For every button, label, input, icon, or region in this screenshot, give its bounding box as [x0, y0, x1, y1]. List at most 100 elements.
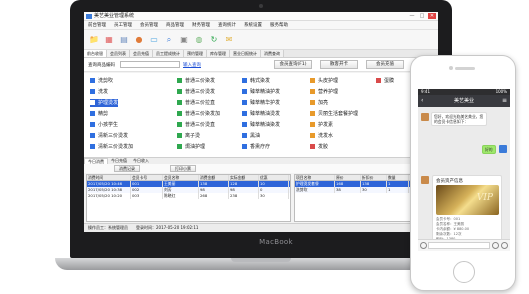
service-label: 普通三价拉直: [185, 100, 216, 106]
user-icon[interactable]: ●: [133, 34, 145, 46]
column-header[interactable]: 项目名称: [295, 175, 335, 180]
service-color-icon: [242, 88, 247, 94]
menu-item[interactable]: 系统设置: [240, 21, 266, 29]
column-header[interactable]: 数量: [387, 175, 409, 180]
tab-item[interactable]: 员工提成统计: [153, 50, 184, 57]
service-item[interactable]: 头皮护理: [310, 77, 338, 85]
avatar: [421, 113, 429, 121]
tab-item[interactable]: 会员列表: [107, 50, 130, 57]
service-label: 加亮: [318, 100, 329, 106]
service-item[interactable]: 发胶: [310, 143, 328, 151]
tab-item[interactable]: 消费查询: [261, 50, 284, 57]
service-item[interactable]: 洗发水: [310, 132, 333, 140]
phone-screen: 9:41 100% ‹ 美艺美业 ≡ 您好，欢迎光临美艺美业，您的会员卡信息如下…: [418, 89, 510, 251]
service-label: 清新三价烫发: [98, 133, 129, 139]
service-item[interactable]: 蛋膜: [376, 77, 394, 85]
column-header[interactable]: 会员名称: [163, 175, 199, 180]
document-icon[interactable]: ▤: [118, 34, 130, 46]
chat-input[interactable]: [428, 242, 490, 249]
service-item[interactable]: 臻萃精油染发: [242, 121, 280, 129]
service-item[interactable]: 清新三价烫发加: [90, 143, 133, 151]
service-item[interactable]: 普通三价染发加: [177, 110, 220, 118]
service-item[interactable]: 普通三价拉直: [177, 99, 215, 107]
service-label: 黑油: [250, 133, 261, 139]
service-item[interactable]: 洗剪吹: [90, 77, 113, 85]
service-item[interactable]: 小孩学生: [90, 121, 118, 129]
column-header[interactable]: 消费金额: [199, 175, 229, 180]
column-header[interactable]: 消费时间: [87, 175, 131, 180]
service-item[interactable]: 韩式染发: [242, 77, 270, 85]
mail-icon[interactable]: ✉: [223, 34, 235, 46]
member-query-button[interactable]: 会员查询(F1): [274, 60, 312, 69]
bottom-button-row: 消费记录 打印小票: [84, 164, 438, 173]
tab-item[interactable]: 营业日报统计: [230, 50, 261, 57]
search-icon[interactable]: ⌕: [163, 34, 175, 46]
folder-icon[interactable]: 📁: [88, 34, 100, 46]
table-cell: 30: [361, 187, 387, 193]
service-item[interactable]: 臻萃精华护发: [242, 99, 280, 107]
id-card-icon[interactable]: ▭: [148, 34, 160, 46]
table-row[interactable]: 2017/05/20 10:20 003 陈晓红 268 238 30: [87, 193, 290, 199]
column-header[interactable]: 折扣价: [361, 175, 387, 180]
service-label: 发胶: [318, 144, 329, 150]
service-item[interactable]: 香熏疗疗: [242, 143, 270, 151]
service-item[interactable]: 洗发: [90, 88, 108, 96]
service-label: 营养护理: [318, 89, 339, 95]
tab-item[interactable]: 预约管理: [184, 50, 207, 57]
column-header[interactable]: 原价: [335, 175, 361, 180]
menu-item[interactable]: 员工管理: [110, 21, 136, 29]
search-input[interactable]: [120, 61, 180, 68]
consume-record-button[interactable]: 消费记录: [114, 165, 140, 172]
emoji-icon[interactable]: [492, 242, 499, 249]
laptop-mockup: 美艺美业管理系统 — □ ✕ 前台管理 员工管理 会员管理 商品管理 财务管理 查询统计系…: [55, 0, 467, 288]
tab-item[interactable]: 库存管理: [207, 50, 230, 57]
menu-icon[interactable]: ≡: [502, 95, 507, 107]
user-group-icon[interactable]: ◍: [193, 34, 205, 46]
menu-item[interactable]: 商品管理: [162, 21, 188, 29]
column-header[interactable]: 会员卡号: [131, 175, 163, 180]
voice-icon[interactable]: [420, 242, 427, 249]
minimize-button[interactable]: —: [408, 13, 416, 19]
service-color-icon: [310, 143, 315, 149]
service-item[interactable]: 加亮: [310, 99, 328, 107]
table-cell: 268: [199, 193, 229, 199]
service-item[interactable]: 焗油护理: [177, 143, 205, 151]
print-receipt-button[interactable]: 打印小票: [170, 165, 196, 172]
service-label: 焗油护理: [185, 144, 206, 150]
service-item[interactable]: 普通三价烫发: [177, 88, 215, 96]
new-card-button[interactable]: 散客开卡: [320, 60, 358, 69]
column-header[interactable]: 优惠: [259, 175, 289, 180]
service-item[interactable]: 精剪: [90, 110, 108, 118]
menu-item[interactable]: 查询统计: [214, 21, 240, 29]
service-item[interactable]: 贝丽生活套餐护理: [310, 110, 358, 118]
close-button[interactable]: ✕: [428, 13, 436, 19]
service-item[interactable]: 普通三价烫直: [177, 121, 215, 129]
column-header[interactable]: 实际金额: [229, 175, 259, 180]
member-card-message[interactable]: 会员资产信息 VIP 会员卡号：001 会员名称：王美丽 卡内余额：¥ 880.…: [432, 175, 502, 243]
service-item[interactable]: 离子烫: [177, 132, 200, 140]
calendar-icon[interactable]: ▦: [103, 34, 115, 46]
menu-item[interactable]: 服务帮助: [266, 21, 292, 29]
service-color-icon: [90, 132, 95, 138]
printer-icon[interactable]: ▣: [178, 34, 190, 46]
plus-icon[interactable]: [501, 242, 508, 249]
menu-item[interactable]: 前台管理: [84, 21, 110, 29]
service-item[interactable]: 护理烫发: [90, 99, 119, 107]
menu-item[interactable]: 会员管理: [136, 21, 162, 29]
service-item[interactable]: 黑油: [242, 132, 260, 140]
menu-item[interactable]: 财务管理: [188, 21, 214, 29]
service-item[interactable]: 普通三价染发: [177, 77, 215, 85]
tab-item[interactable]: 前台收银: [84, 50, 107, 57]
recharge-button[interactable]: 会员充值: [366, 60, 404, 69]
service-item[interactable]: 臻萃精油护发: [242, 88, 280, 96]
back-icon[interactable]: ‹: [421, 95, 423, 107]
service-item[interactable]: 营养护理: [310, 88, 338, 96]
service-item[interactable]: 清新三价烫发: [90, 132, 128, 140]
refresh-icon[interactable]: ↻: [208, 34, 220, 46]
search-link[interactable]: 输入查询: [183, 62, 201, 68]
home-button[interactable]: [453, 261, 475, 283]
service-item[interactable]: 护发素: [310, 121, 333, 129]
service-item[interactable]: 臻萃精油烫发: [242, 110, 280, 118]
maximize-button[interactable]: □: [418, 13, 426, 19]
tab-item[interactable]: 会员充值: [130, 50, 153, 57]
